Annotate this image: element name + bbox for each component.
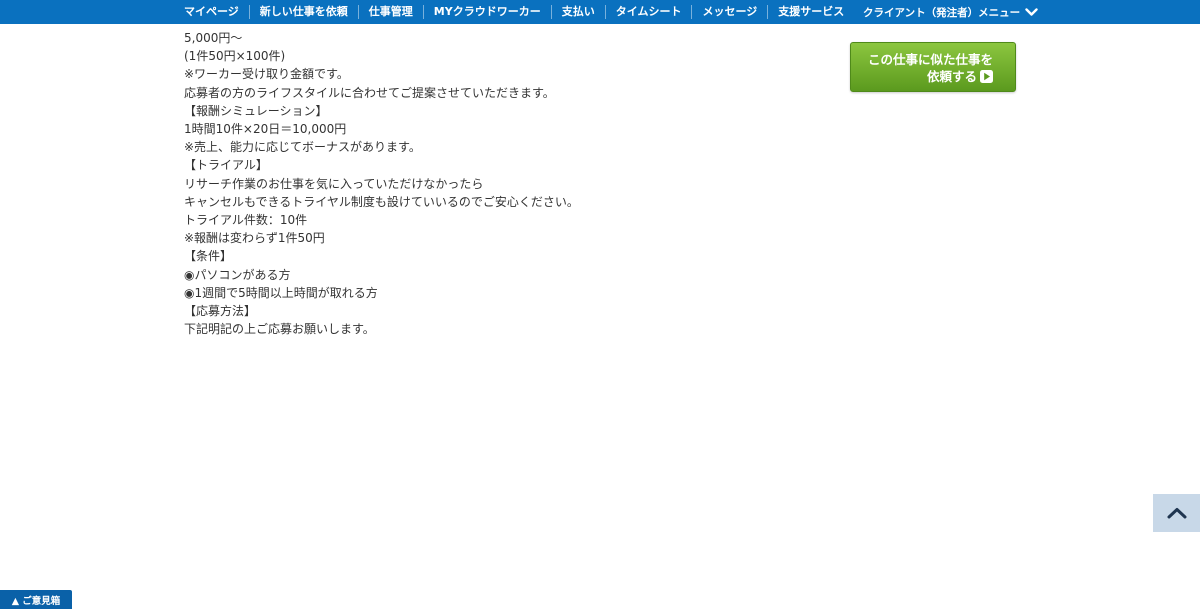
description-line: 下記明記の上ご応募お願いします。 xyxy=(184,322,375,337)
main-nav: マイページ 新しい仕事を依頼 仕事管理 MYクラウドワーカー 支払い タイムシー… xyxy=(174,0,854,24)
cta-line-2: 依頼する xyxy=(926,69,977,84)
description-line: ※ワーカー受け取り金額です。 xyxy=(184,67,349,82)
chevron-up-icon xyxy=(1167,508,1186,519)
section-heading: 【条件】 xyxy=(184,249,233,264)
nav-item-timesheet[interactable]: タイムシート xyxy=(604,5,692,19)
description-line: 応募者の方のライフスタイルに合わせてご提案させていただきます。 xyxy=(184,85,555,100)
description-line: 5,000円〜 xyxy=(184,31,243,45)
nav-item-new-job[interactable]: 新しい仕事を依頼 xyxy=(248,5,358,19)
description-line: ◉1週間で5時間以上時間が取れる方 xyxy=(184,285,378,300)
nav-item-support-services[interactable]: 支援サービス xyxy=(767,5,854,19)
description-line: ※報酬は変わらず1件50円 xyxy=(184,231,325,246)
section-heading: 【報酬シミュレーション】 xyxy=(184,103,328,118)
description-line: リサーチ作業のお仕事を気に入っていただけなかったら xyxy=(184,176,484,191)
cta-line-2-wrap: 依頼する xyxy=(927,68,993,85)
description-line: (1件50円×100件) xyxy=(184,49,286,64)
cta-line-1: この仕事に似た仕事を xyxy=(867,52,993,67)
job-description: 5,000円〜 (1件50円×100件) ※ワーカー受け取り金額です。 応募者の… xyxy=(184,29,824,338)
section-heading: 【トライアル】 xyxy=(184,158,268,173)
nav-item-messages[interactable]: メッセージ xyxy=(691,5,767,19)
nav-item-mypage[interactable]: マイページ xyxy=(174,5,249,19)
description-line: トライアル件数：10件 xyxy=(184,213,308,228)
scroll-to-top-button[interactable] xyxy=(1153,494,1200,532)
nav-item-payment[interactable]: 支払い xyxy=(550,5,605,19)
description-line: キャンセルもできるトライヤル制度も設けていいるのでご安心ください。 xyxy=(184,194,579,209)
nav-item-job-management[interactable]: 仕事管理 xyxy=(357,5,423,19)
nav-item-my-crowdworker[interactable]: MYクラウドワーカー xyxy=(422,5,551,19)
description-line: ※売上、能力に応じてボーナスがあります。 xyxy=(184,140,421,155)
description-line: ◉パソコンがある方 xyxy=(184,267,291,282)
client-menu-toggle[interactable]: クライアント（発注者）メニュー xyxy=(863,0,1038,24)
feedback-box-button[interactable]: ▲ ご意見箱 xyxy=(0,590,72,609)
chevron-down-icon xyxy=(1025,7,1038,16)
request-similar-job-button[interactable]: この仕事に似た仕事を 依頼する xyxy=(850,42,1016,92)
section-heading: 【応募方法】 xyxy=(184,304,257,319)
top-nav-bar: マイページ 新しい仕事を依頼 仕事管理 MYクラウドワーカー 支払い タイムシー… xyxy=(0,0,1200,24)
description-line: 1時間10件×20日＝10,000円 xyxy=(184,122,347,137)
play-icon xyxy=(980,70,993,83)
client-menu-label: クライアント（発注者）メニュー xyxy=(863,6,1021,19)
